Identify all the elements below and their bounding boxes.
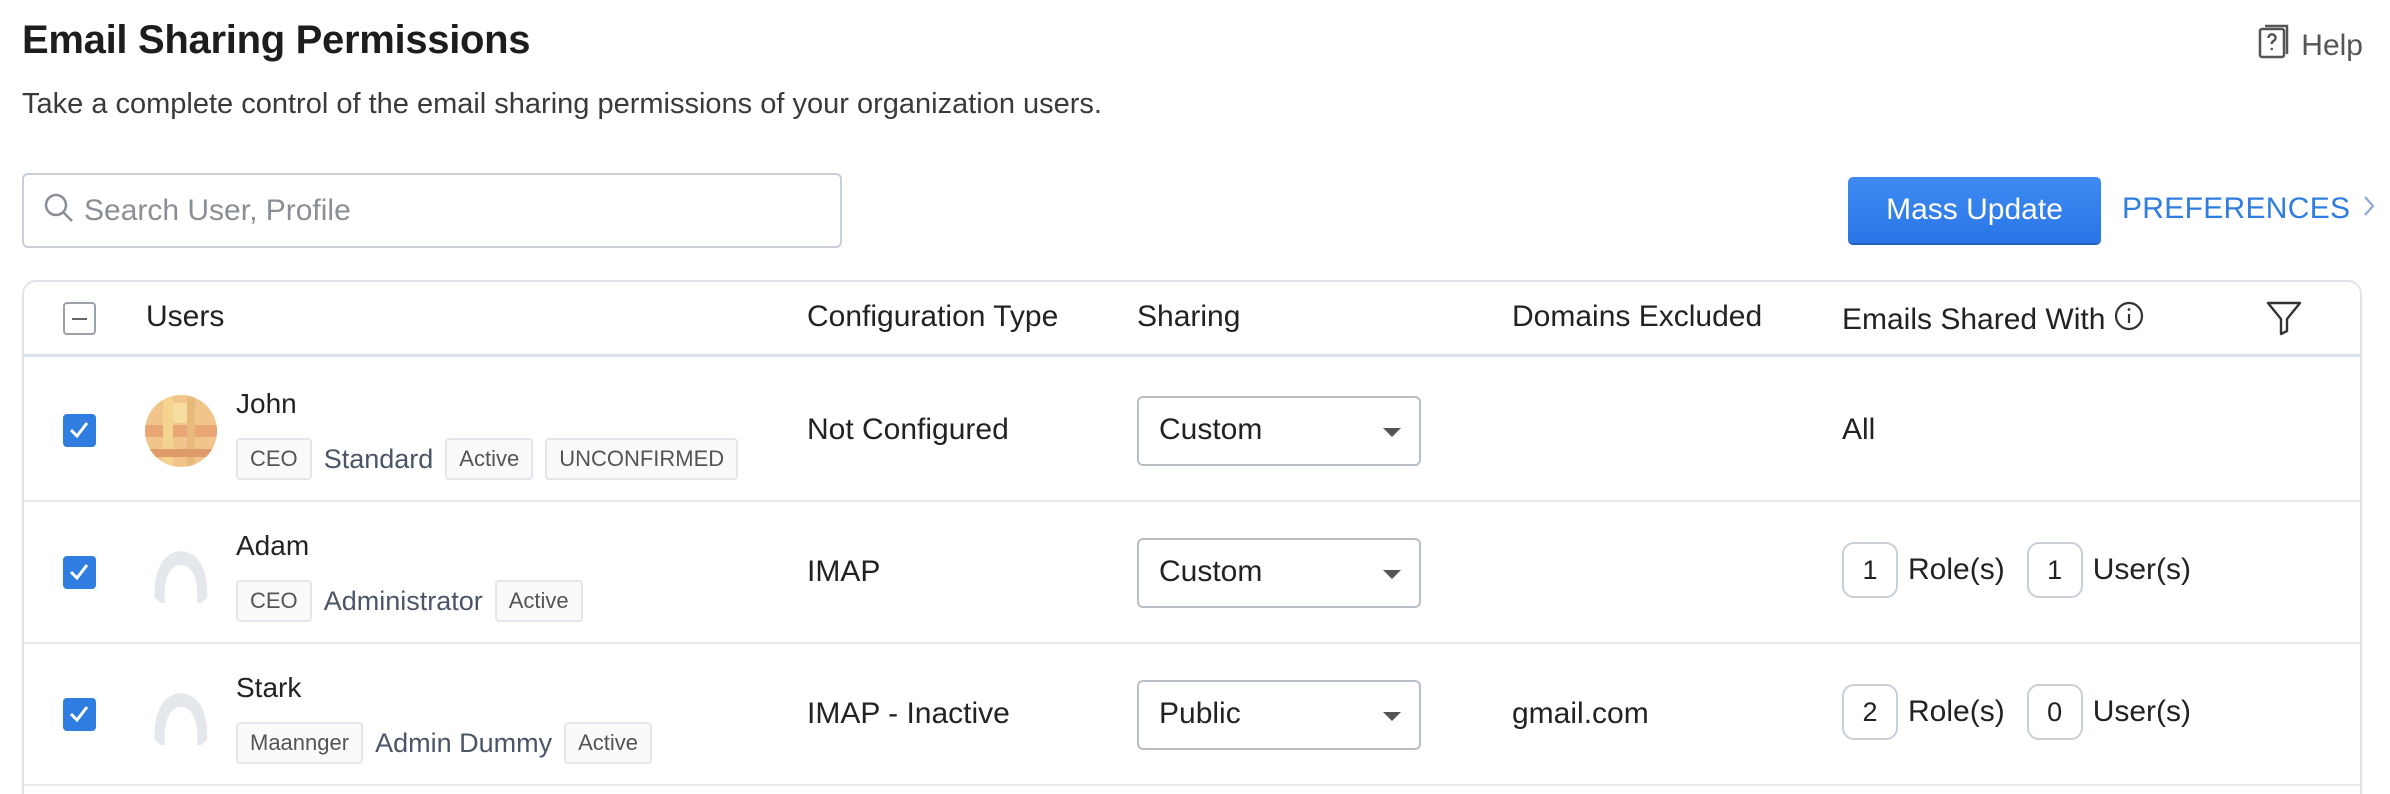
avatar xyxy=(145,537,217,609)
domains-excluded: gmail.com xyxy=(1512,697,1649,730)
emails-shared-with: All xyxy=(1842,413,1876,446)
help-book-icon xyxy=(2257,24,2289,68)
sharing-value: Custom xyxy=(1159,413,1263,446)
users-label: User(s) xyxy=(2092,695,2192,728)
role-tag: CEO xyxy=(236,580,312,622)
preferences-link[interactable]: PREFERENCES xyxy=(2122,192,2376,226)
sharing-value: Public xyxy=(1159,697,1241,730)
search-box[interactable] xyxy=(22,173,842,248)
user-tags: Maannger Admin Dummy Active xyxy=(236,722,653,764)
user-name: Stark xyxy=(236,672,302,703)
caret-down-icon xyxy=(1383,712,1401,721)
filter-icon[interactable] xyxy=(2264,298,2304,346)
users-label: User(s) xyxy=(2092,553,2192,586)
sharing-dropdown[interactable]: Public xyxy=(1137,680,1421,750)
roles-label: Role(s) xyxy=(1908,695,2005,728)
email-sharing-permissions-page: Email Sharing Permissions Take a complet… xyxy=(0,0,2390,794)
users-count[interactable]: 1 xyxy=(2026,542,2083,598)
profile-name: Administrator xyxy=(323,585,483,616)
caret-down-icon xyxy=(1383,428,1401,437)
page-subtitle: Take a complete control of the email sha… xyxy=(22,88,1102,120)
emails-shared-with: 1 Role(s) 1 User(s) xyxy=(1842,542,2191,598)
help-link[interactable]: Help xyxy=(2257,24,2363,68)
table-header: Users Configuration Type Sharing Domains… xyxy=(24,282,2360,357)
table-row: Stark Maannger Admin Dummy Active IMAP -… xyxy=(24,644,2360,786)
sharing-dropdown[interactable]: Custom xyxy=(1137,396,1421,466)
unconfirmed-badge: UNCONFIRMED xyxy=(545,438,739,480)
caret-down-icon xyxy=(1383,570,1401,579)
sharing-dropdown[interactable]: Custom xyxy=(1137,538,1421,608)
column-emails-shared-with: Emails Shared With xyxy=(1842,300,2145,340)
row-checkbox[interactable] xyxy=(63,556,96,589)
row-checkbox[interactable] xyxy=(63,414,96,447)
user-tags: CEO Administrator Active xyxy=(236,580,583,622)
profile-name: Standard xyxy=(323,443,434,474)
column-domains-excluded: Domains Excluded xyxy=(1512,300,1763,333)
chevron-right-icon xyxy=(2362,192,2376,226)
sharing-value: Custom xyxy=(1159,555,1263,588)
configuration-type: Not Configured xyxy=(807,413,1009,446)
avatar xyxy=(145,395,217,467)
help-label: Help xyxy=(2301,29,2363,62)
status-badge: Active xyxy=(564,722,653,764)
table-row: John CEO Standard Active UNCONFIRMED Not… xyxy=(24,360,2360,502)
roles-count[interactable]: 1 xyxy=(1842,542,1898,598)
status-badge: Active xyxy=(445,438,534,480)
configuration-type: IMAP xyxy=(807,555,881,588)
page-title: Email Sharing Permissions xyxy=(22,18,531,62)
roles-label: Role(s) xyxy=(1908,553,2005,586)
users-table: Users Configuration Type Sharing Domains… xyxy=(22,280,2362,794)
column-sharing: Sharing xyxy=(1137,300,1241,333)
status-badge: Active xyxy=(494,580,583,622)
user-name: John xyxy=(236,388,297,419)
user-tags: CEO Standard Active UNCONFIRMED xyxy=(236,438,739,480)
avatar xyxy=(145,679,217,751)
roles-count[interactable]: 2 xyxy=(1842,684,1898,740)
search-input[interactable] xyxy=(84,193,824,228)
role-tag: Maannger xyxy=(236,722,364,764)
search-icon xyxy=(42,191,84,230)
column-emails-shared-with-label: Emails Shared With xyxy=(1842,303,2106,336)
column-configuration-type: Configuration Type xyxy=(807,300,1059,333)
select-all-checkbox[interactable] xyxy=(63,302,96,335)
configuration-type: IMAP - Inactive xyxy=(807,697,1010,730)
column-users: Users xyxy=(146,300,225,333)
preferences-label: PREFERENCES xyxy=(2122,192,2351,225)
users-count[interactable]: 0 xyxy=(2026,684,2083,740)
mass-update-button[interactable]: Mass Update xyxy=(1848,177,2101,243)
role-tag: CEO xyxy=(236,438,312,480)
table-row: Adam CEO Administrator Active IMAP Custo… xyxy=(24,502,2360,644)
row-checkbox[interactable] xyxy=(63,698,96,731)
user-name: Adam xyxy=(236,530,310,561)
profile-name: Admin Dummy xyxy=(375,727,553,758)
emails-shared-with: 2 Role(s) 0 User(s) xyxy=(1842,684,2191,740)
info-icon[interactable] xyxy=(2113,300,2145,340)
